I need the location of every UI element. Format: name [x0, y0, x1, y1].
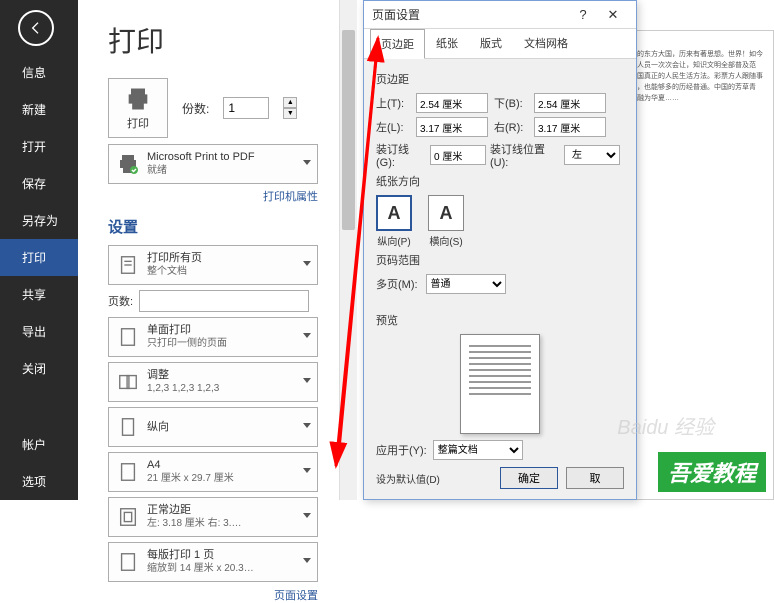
copies-input[interactable]	[223, 97, 269, 119]
print-button-label: 打印	[127, 115, 149, 131]
margin-bottom-label: 下(B):	[494, 95, 528, 111]
settings-scrollbar[interactable]	[339, 0, 357, 500]
chevron-down-icon	[303, 558, 311, 563]
page-setup-dialog: 页面设置 ? ✕ 页边距 纸张 版式 文档网格 页边距 上(T): 下(B): …	[363, 0, 637, 500]
pages-per-sheet-icon	[115, 549, 141, 575]
duplex-icon	[115, 324, 141, 350]
margin-top-input[interactable]	[416, 93, 488, 113]
orientation-icon	[115, 414, 141, 440]
print-button[interactable]: 打印	[108, 78, 168, 138]
settings-heading: 设置	[108, 216, 363, 237]
print-panel: 打印 打印 份数: ▲▼ Microsoft Print to PDF 就绪 打…	[78, 0, 363, 500]
paper-size-icon	[115, 459, 141, 485]
apply-to-label: 应用于(Y):	[376, 442, 427, 458]
sidebar-item-export[interactable]: 导出	[0, 313, 78, 350]
margins-icon	[115, 504, 141, 530]
collate-icon	[115, 369, 141, 395]
tutorial-watermark: 吾爱教程	[658, 452, 766, 492]
chevron-down-icon	[303, 513, 311, 518]
dialog-tabs: 页边距 纸张 版式 文档网格	[364, 29, 636, 59]
sidebar-item-info[interactable]: 信息	[0, 54, 78, 91]
gutter-pos-select[interactable]: 左	[564, 145, 620, 165]
page-title: 打印	[108, 20, 363, 60]
margin-top-label: 上(T):	[376, 95, 410, 111]
sidebar-item-account[interactable]: 帐户	[0, 426, 78, 463]
setting-collate[interactable]: 调整1,2,3 1,2,3 1,2,3	[108, 362, 318, 402]
pages-label: 页数:	[108, 293, 133, 309]
tab-paper[interactable]: 纸张	[425, 28, 469, 58]
dialog-help-button[interactable]: ?	[568, 7, 598, 22]
gutter-input[interactable]	[430, 145, 486, 165]
ok-button[interactable]: 确定	[500, 467, 558, 489]
printer-status: 就绪	[147, 164, 255, 178]
printer-icon	[124, 85, 152, 113]
preview-label: 预览	[376, 312, 624, 328]
sidebar-item-new[interactable]: 新建	[0, 91, 78, 128]
back-button[interactable]	[18, 10, 54, 46]
arrow-left-icon	[28, 20, 44, 36]
orientation-group-label: 纸张方向	[376, 173, 624, 189]
apply-to-select[interactable]: 整篇文档	[433, 440, 523, 460]
sidebar-item-share[interactable]: 共享	[0, 276, 78, 313]
margins-group-label: 页边距	[376, 71, 624, 87]
chevron-down-icon	[303, 378, 311, 383]
sidebar-item-close[interactable]: 关闭	[0, 350, 78, 387]
pages-icon	[115, 252, 141, 278]
chevron-down-icon	[303, 423, 311, 428]
setting-margins[interactable]: 正常边距左: 3.18 厘米 右: 3.…	[108, 497, 318, 537]
chevron-down-icon	[303, 468, 311, 473]
page-range-group-label: 页码范围	[376, 252, 624, 268]
backstage-sidebar: 信息 新建 打开 保存 另存为 打印 共享 导出 关闭 帐户 选项	[0, 0, 78, 500]
sidebar-item-options[interactable]: 选项	[0, 463, 78, 500]
dialog-titlebar: 页面设置 ? ✕	[364, 1, 636, 29]
chevron-down-icon	[303, 261, 311, 266]
multipage-label: 多页(M):	[376, 276, 418, 292]
margin-right-label: 右(R):	[494, 119, 528, 135]
setting-duplex[interactable]: 单面打印只打印一侧的页面	[108, 317, 318, 357]
margin-preview	[460, 334, 540, 434]
margin-left-input[interactable]	[416, 117, 488, 137]
set-default-link[interactable]: 设为默认值(D)	[376, 471, 492, 486]
orientation-portrait[interactable]: A 纵向(P)	[376, 195, 412, 248]
scrollbar-thumb[interactable]	[342, 30, 355, 230]
sidebar-item-open[interactable]: 打开	[0, 128, 78, 165]
tab-margins[interactable]: 页边距	[370, 29, 425, 59]
dialog-title: 页面设置	[372, 6, 420, 23]
setting-orientation[interactable]: 纵向	[108, 407, 318, 447]
chevron-down-icon	[303, 160, 311, 165]
margin-bottom-input[interactable]	[534, 93, 606, 113]
gutter-pos-label: 装订线位置(U):	[490, 141, 560, 169]
copies-label: 份数:	[182, 100, 209, 117]
multipage-select[interactable]: 普通	[426, 274, 506, 294]
tab-grid[interactable]: 文档网格	[513, 28, 579, 58]
dialog-close-button[interactable]: ✕	[598, 7, 628, 23]
sidebar-item-print[interactable]: 打印	[0, 239, 78, 276]
pages-input[interactable]	[139, 290, 309, 312]
printer-name: Microsoft Print to PDF	[147, 150, 255, 164]
baidu-watermark: Baidu 经验	[617, 411, 714, 440]
cancel-button[interactable]: 取	[566, 467, 624, 489]
chevron-down-icon	[303, 333, 311, 338]
setting-paper-size[interactable]: A421 厘米 x 29.7 厘米	[108, 452, 318, 492]
setting-pages-per-sheet[interactable]: 每版打印 1 页缩放到 14 厘米 x 20.3…	[108, 542, 318, 582]
sidebar-item-save[interactable]: 保存	[0, 165, 78, 202]
tab-layout[interactable]: 版式	[469, 28, 513, 58]
orientation-landscape[interactable]: A 横向(S)	[428, 195, 464, 248]
setting-print-range[interactable]: 打印所有页整个文档	[108, 245, 318, 285]
printer-status-icon	[115, 151, 141, 177]
copies-spinner[interactable]: ▲▼	[283, 97, 297, 119]
page-setup-link[interactable]: 页面设置	[108, 587, 318, 603]
printer-selector[interactable]: Microsoft Print to PDF 就绪	[108, 144, 318, 184]
gutter-label: 装订线(G):	[376, 141, 426, 169]
printer-properties-link[interactable]: 打印机属性	[108, 188, 318, 204]
margin-left-label: 左(L):	[376, 119, 410, 135]
margin-right-input[interactable]	[534, 117, 606, 137]
sidebar-item-saveas[interactable]: 另存为	[0, 202, 78, 239]
